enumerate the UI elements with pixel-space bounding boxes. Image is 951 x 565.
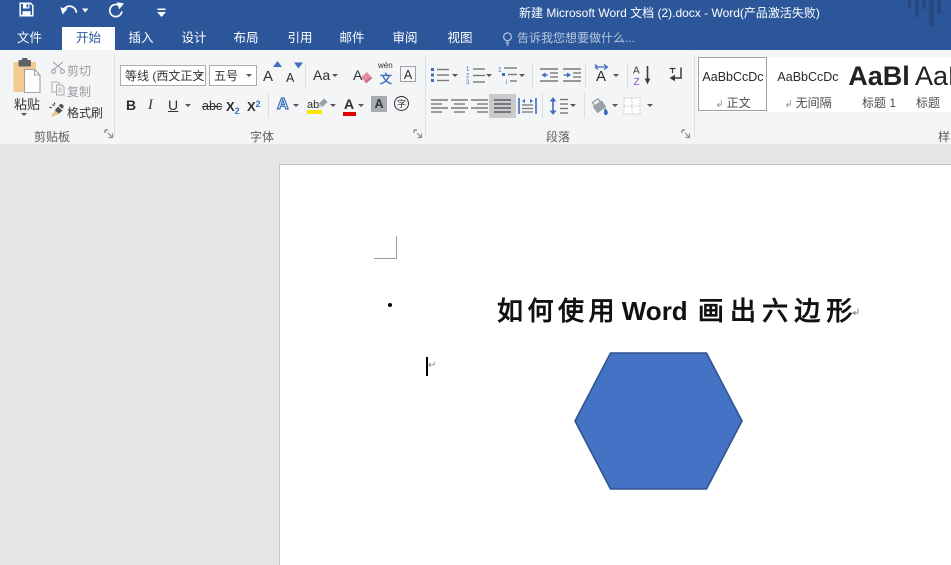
svg-text:1: 1 (498, 67, 502, 74)
svg-text:A: A (633, 66, 640, 77)
svg-text:A: A (353, 67, 363, 83)
svg-text:2: 2 (466, 74, 470, 80)
svg-text:A: A (596, 68, 606, 85)
svg-text:1: 1 (466, 67, 470, 73)
svg-text:ab: ab (307, 99, 319, 111)
svg-text:i: i (506, 79, 507, 84)
svg-text:3: 3 (466, 80, 470, 84)
svg-text:Z: Z (634, 77, 640, 86)
